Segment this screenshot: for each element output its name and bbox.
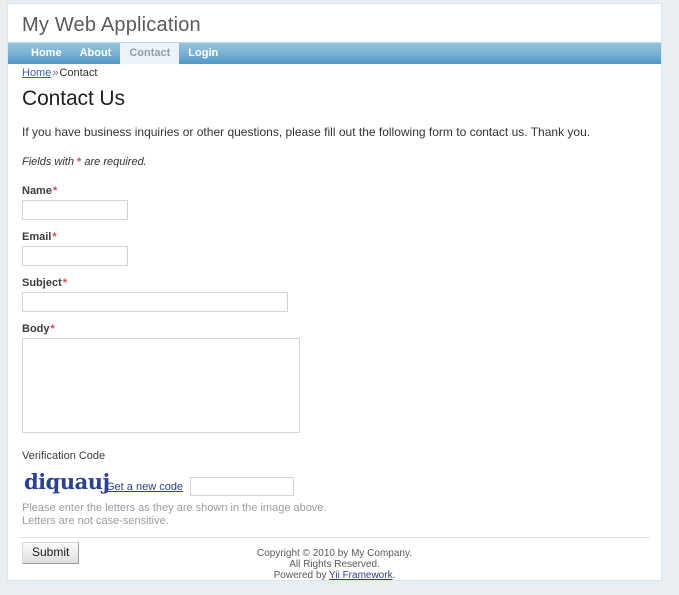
verification-code-input[interactable] — [190, 477, 295, 496]
form-row-subject: Subject* — [22, 277, 647, 312]
nav-item-contact[interactable]: Contact — [120, 43, 180, 64]
nav-item-login[interactable]: Login — [179, 43, 227, 64]
site-logo: My Web Application — [22, 14, 201, 36]
name-input[interactable] — [22, 200, 128, 220]
label-name-text: Name — [22, 185, 52, 197]
captcha-hint-line2: Letters are not case-sensitive. — [22, 515, 169, 527]
label-subject-text: Subject — [22, 277, 62, 289]
subject-input[interactable] — [22, 292, 288, 312]
captcha-line: diquauj Get a new code — [22, 464, 647, 498]
contact-form: Name* Email* Subject* Body* Verification… — [22, 185, 647, 564]
main-navigation: Home About Contact Login — [8, 42, 661, 64]
required-asterisk-body: * — [50, 323, 55, 335]
required-asterisk-subject: * — [62, 277, 68, 289]
breadcrumb-link-home[interactable]: Home — [22, 67, 51, 79]
label-body-text: Body — [22, 323, 50, 335]
label-verification-code: Verification Code — [22, 450, 106, 462]
form-row-verification-code: Verification Code diquauj Get a new code… — [22, 450, 647, 528]
site-footer: Copyright © 2010 by My Company. All Righ… — [19, 537, 650, 581]
breadcrumb-current: Contact — [59, 67, 98, 79]
captcha-image-text: diquauj — [23, 469, 110, 494]
label-name: Name* — [22, 185, 647, 197]
yii-framework-link[interactable]: Yii Framework — [329, 570, 393, 581]
label-subject: Subject* — [22, 277, 647, 289]
site-header: My Web Application — [8, 4, 661, 41]
label-email-text: Email — [22, 231, 52, 243]
captcha-hint-line1: Please enter the letters as they are sho… — [22, 502, 327, 514]
breadcrumb: Home»Contact — [22, 67, 97, 79]
label-body: Body* — [22, 323, 647, 335]
label-email: Email* — [22, 231, 647, 243]
nav-link-about[interactable]: About — [71, 43, 121, 64]
intro-text: If you have business inquiries or other … — [22, 125, 591, 139]
required-note-after: are required. — [81, 156, 147, 168]
required-asterisk-email: * — [52, 231, 57, 243]
page-container: My Web Application Home About Contact Lo… — [7, 3, 662, 581]
nav-item-home[interactable]: Home — [22, 43, 71, 64]
footer-powered-prefix: Powered by — [273, 570, 330, 581]
nav-link-contact[interactable]: Contact — [120, 43, 180, 64]
nav-list: Home About Contact Login — [8, 43, 661, 64]
email-input[interactable] — [22, 246, 128, 266]
required-fields-note: Fields with * are required. — [22, 156, 647, 169]
form-row-name: Name* — [22, 185, 647, 220]
captcha-image: diquauj — [22, 466, 110, 498]
footer-rights: All Rights Reserved. — [289, 559, 380, 570]
main-content: Contact Us If you have business inquirie… — [22, 86, 647, 564]
page-title: Contact Us — [22, 87, 125, 110]
body-textarea[interactable] — [22, 338, 300, 433]
footer-powered-by: Powered by Yii Framework. — [19, 570, 650, 581]
required-asterisk-name: * — [52, 185, 58, 197]
get-new-code-link[interactable]: Get a new code — [106, 480, 183, 494]
nav-link-login[interactable]: Login — [179, 43, 227, 64]
required-note-before: Fields with — [22, 156, 78, 168]
captcha-hint: Please enter the letters as they are sho… — [22, 502, 647, 528]
footer-powered-suffix: . — [392, 570, 396, 581]
nav-link-home[interactable]: Home — [22, 43, 71, 64]
nav-item-about[interactable]: About — [71, 43, 121, 64]
form-row-email: Email* — [22, 231, 647, 266]
form-row-body: Body* — [22, 323, 647, 436]
footer-copyright: Copyright © 2010 by My Company. — [256, 548, 413, 559]
